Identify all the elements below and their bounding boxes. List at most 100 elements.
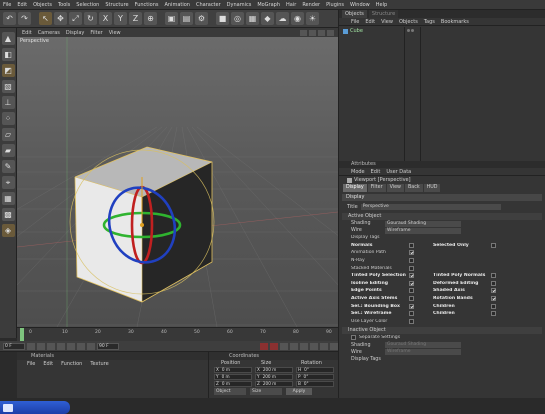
- array-icon[interactable]: ▦: [246, 12, 259, 25]
- make-editable-icon[interactable]: ▲: [1, 32, 15, 45]
- menu-tools[interactable]: Tools: [58, 2, 70, 8]
- shading2-select[interactable]: Gouraud Shading: [385, 342, 461, 349]
- prev-key-icon[interactable]: [37, 342, 45, 350]
- active-axis-stems-checkbox[interactable]: [409, 296, 414, 302]
- coord-field[interactable]: P 0°: [296, 374, 334, 380]
- coord-field[interactable]: Z 200 m: [255, 381, 293, 387]
- x-axis-icon[interactable]: X: [99, 12, 112, 25]
- timeline[interactable]: 0 10 20 30 40 50 60 70 80 90: [17, 327, 338, 342]
- viewport-menu-display[interactable]: Display: [66, 30, 84, 36]
- n-ray-checkbox[interactable]: [409, 258, 414, 264]
- menu-hair[interactable]: Hair: [286, 2, 296, 8]
- tinted-poly-normals-checkbox[interactable]: [491, 273, 496, 279]
- position-key-icon[interactable]: [290, 342, 298, 350]
- children-checkbox[interactable]: [491, 311, 496, 317]
- shading-select[interactable]: Gouraud Shading: [385, 220, 461, 227]
- menu-mograph[interactable]: MoGraph: [257, 2, 280, 8]
- live-selection-icon[interactable]: ↖: [39, 12, 52, 25]
- tweak-mode-icon[interactable]: ✎: [1, 160, 15, 173]
- model-mode-icon[interactable]: ◧: [1, 48, 15, 61]
- stacked-materials-checkbox[interactable]: [409, 265, 414, 271]
- menu-edit[interactable]: Edit: [17, 2, 27, 8]
- material-menu-edit[interactable]: Edit: [43, 360, 53, 368]
- use-layer-color-checkbox[interactable]: [409, 318, 414, 324]
- animation-path-checkbox[interactable]: [409, 250, 414, 256]
- redo-icon[interactable]: ↷: [18, 12, 31, 25]
- move-tool-icon[interactable]: ✥: [54, 12, 67, 25]
- param-key-icon[interactable]: [320, 342, 328, 350]
- y-axis-icon[interactable]: Y: [114, 12, 127, 25]
- edges-mode-icon[interactable]: ▱: [1, 128, 15, 141]
- attr-tab-filter[interactable]: Filter: [367, 184, 386, 192]
- children-checkbox[interactable]: [491, 303, 496, 309]
- viewport[interactable]: Perspective: [17, 37, 338, 327]
- checker-icon[interactable]: ▩: [1, 208, 15, 221]
- viewport-menu-edit[interactable]: Edit: [22, 30, 32, 36]
- tinted-poly-selection-checkbox[interactable]: [409, 273, 414, 279]
- editor-visibility-dot[interactable]: [407, 29, 410, 32]
- pla-key-icon[interactable]: [330, 342, 338, 350]
- inactive-object-group[interactable]: Inactive Object: [342, 327, 542, 335]
- coord-field[interactable]: X0 m: [214, 367, 252, 373]
- orbit-icon[interactable]: [318, 29, 325, 36]
- selected-only-checkbox[interactable]: [491, 242, 496, 248]
- viewport-menu-view[interactable]: View: [109, 30, 121, 36]
- polygons-mode-icon[interactable]: ▰: [1, 144, 15, 157]
- scale-tool-icon[interactable]: ⤢: [69, 12, 82, 25]
- render-view-icon[interactable]: ▣: [165, 12, 178, 25]
- material-menu-file[interactable]: File: [27, 360, 35, 368]
- object-menu-edit[interactable]: Edit: [365, 18, 375, 25]
- separate-settings-checkbox[interactable]: [351, 335, 356, 341]
- render-picture-viewer-icon[interactable]: ▤: [180, 12, 193, 25]
- go-to-end-icon[interactable]: [87, 342, 95, 350]
- texture-mode-icon[interactable]: ▧: [1, 80, 15, 93]
- snap-icon[interactable]: ⌖: [1, 176, 15, 189]
- menu-selection[interactable]: Selection: [76, 2, 99, 8]
- z-axis-icon[interactable]: Z: [129, 12, 142, 25]
- object-menu-objects[interactable]: Objects: [399, 18, 418, 25]
- attr-tab-hud[interactable]: HUD: [423, 184, 441, 192]
- pan-icon[interactable]: [300, 29, 307, 36]
- object-menu-view[interactable]: View: [381, 18, 393, 25]
- coord-field[interactable]: Y 200 m: [255, 374, 293, 380]
- title-input[interactable]: Perspective: [360, 204, 501, 210]
- next-frame-icon[interactable]: [67, 342, 75, 350]
- deformer-icon[interactable]: ◆: [261, 12, 274, 25]
- rotation-key-icon[interactable]: [310, 342, 318, 350]
- sel-bounding-box-checkbox[interactable]: [409, 303, 414, 309]
- start-button[interactable]: [0, 401, 70, 414]
- coord-field[interactable]: B 0°: [296, 381, 334, 387]
- menu-structure[interactable]: Structure: [105, 2, 128, 8]
- viewport-menu-filter[interactable]: Filter: [90, 30, 102, 36]
- axis-mode-icon[interactable]: ⊥: [1, 96, 15, 109]
- material-menu-function[interactable]: Function: [61, 360, 82, 368]
- play-icon[interactable]: [57, 342, 65, 350]
- render-visibility-dot[interactable]: [411, 29, 414, 32]
- scale-key-icon[interactable]: [300, 342, 308, 350]
- material-menu-texture[interactable]: Texture: [90, 360, 108, 368]
- shaded-axis-checkbox[interactable]: [491, 288, 496, 294]
- coord-field[interactable]: X 200 m: [255, 367, 293, 373]
- undo-icon[interactable]: ↶: [3, 12, 16, 25]
- wire-select[interactable]: Wireframe: [385, 227, 461, 234]
- rotate-tool-icon[interactable]: ↻: [84, 12, 97, 25]
- object-menu-file[interactable]: File: [351, 18, 359, 25]
- start-frame-field[interactable]: 0 F: [3, 342, 25, 350]
- deformed-editing-checkbox[interactable]: [491, 280, 496, 286]
- end-frame-field[interactable]: 90 F: [97, 342, 119, 350]
- attr-menu-mode[interactable]: Mode: [351, 168, 365, 175]
- maximize-icon[interactable]: [327, 29, 334, 36]
- menu-plugins[interactable]: Plugins: [326, 2, 344, 8]
- sculpt-icon[interactable]: ◈: [1, 224, 15, 237]
- isoline-editing-checkbox[interactable]: [409, 280, 414, 286]
- go-to-start-icon[interactable]: [27, 342, 35, 350]
- cube-object-icon[interactable]: ■: [216, 12, 229, 25]
- coord-object-select[interactable]: Object: [214, 388, 246, 395]
- menu-character[interactable]: Character: [196, 2, 221, 8]
- tab-structure[interactable]: Structure: [368, 10, 399, 18]
- menu-help[interactable]: Help: [376, 2, 387, 8]
- attr-tab-back[interactable]: Back: [404, 184, 423, 192]
- apply-button[interactable]: Apply: [286, 388, 312, 395]
- menu-animation[interactable]: Animation: [164, 2, 190, 8]
- object-menu-bookmarks[interactable]: Bookmarks: [441, 18, 469, 25]
